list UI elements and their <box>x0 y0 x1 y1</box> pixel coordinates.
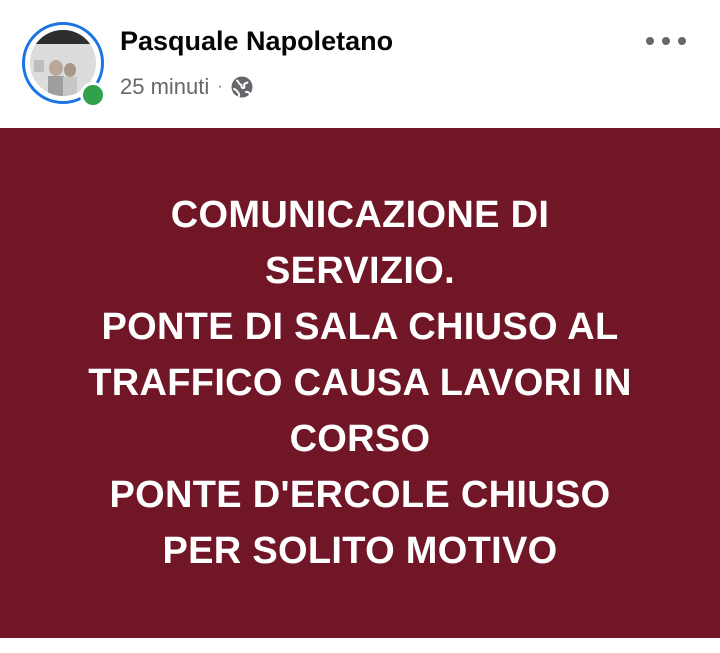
post-text: COMUNICAZIONE DI SERVIZIO. PONTE DI SALA… <box>88 194 632 572</box>
facebook-post: Pasquale Napoletano 25 minuti · COMUNICA… <box>0 0 720 653</box>
author-avatar[interactable] <box>22 22 106 108</box>
globe-icon[interactable] <box>230 75 254 99</box>
more-options-icon[interactable] <box>646 28 686 54</box>
post-content-background: COMUNICAZIONE DI SERVIZIO. PONTE DI SALA… <box>0 128 720 638</box>
author-name[interactable]: Pasquale Napoletano <box>120 26 393 57</box>
post-footer-spacer <box>0 638 720 653</box>
meta-separator: · <box>217 78 223 95</box>
post-header: Pasquale Napoletano 25 minuti · <box>0 0 720 128</box>
online-status-indicator <box>80 82 106 108</box>
post-timestamp[interactable]: 25 minuti <box>120 74 209 100</box>
more-dot <box>662 37 670 45</box>
more-dot <box>646 37 654 45</box>
post-meta: 25 minuti · <box>120 72 254 102</box>
more-dot <box>678 37 686 45</box>
